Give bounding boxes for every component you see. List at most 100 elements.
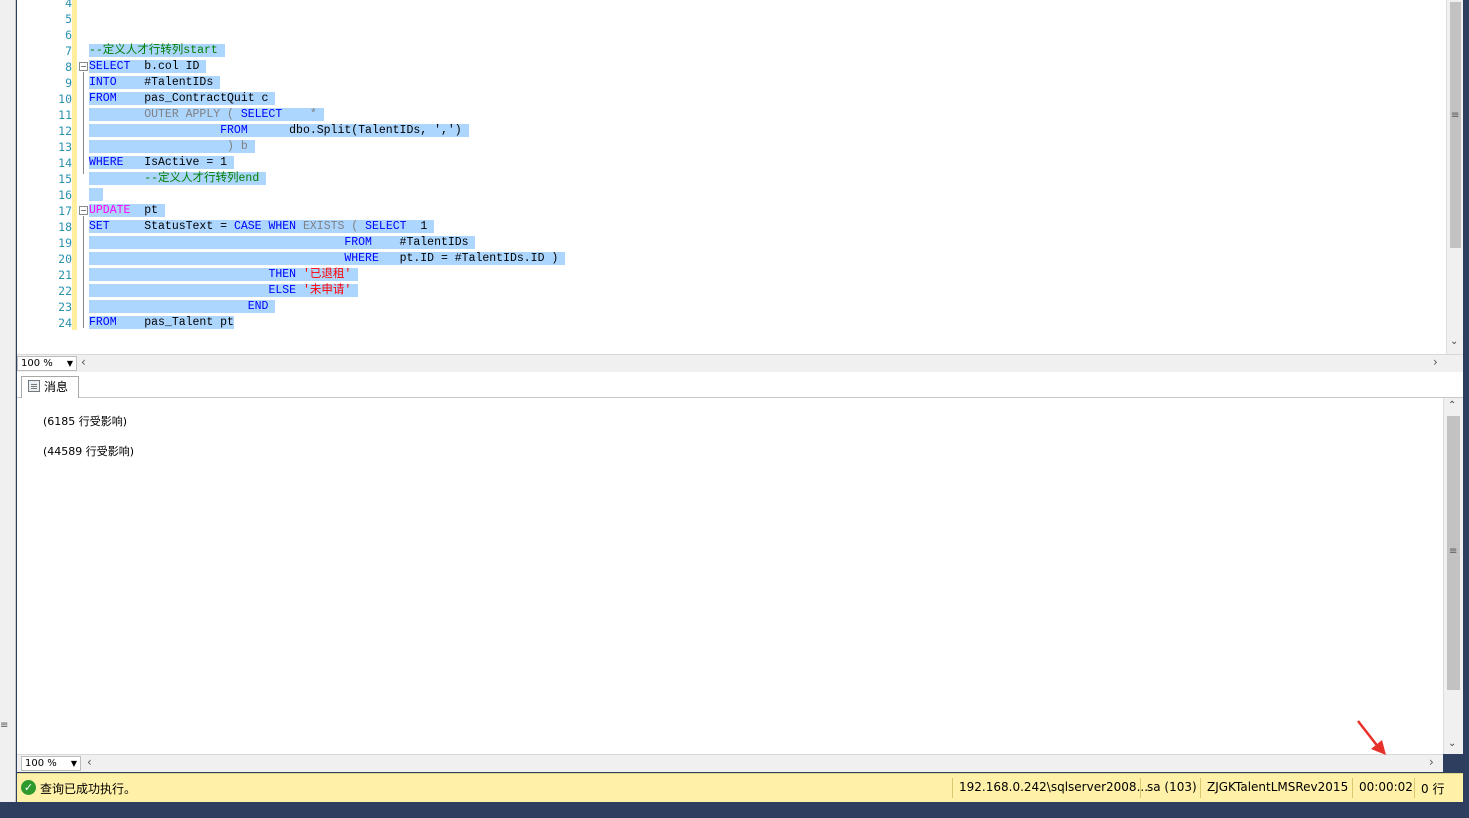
code-text: 1 bbox=[406, 220, 428, 233]
scroll-right-icon[interactable]: › bbox=[1429, 755, 1434, 770]
scroll-right-icon[interactable]: › bbox=[1433, 355, 1438, 370]
code-keyword: UPDATE bbox=[89, 204, 131, 217]
tab-messages[interactable]: 消息 bbox=[21, 376, 79, 398]
status-server: 192.168.0.242\sqlserver2008... bbox=[959, 780, 1149, 794]
dropdown-arrow-icon: ▼ bbox=[66, 359, 73, 368]
arrow-shaft bbox=[1357, 720, 1380, 749]
code-keyword: THEN bbox=[268, 268, 297, 281]
zoom-value: 100 % bbox=[25, 758, 57, 769]
splitter-grip-icon: ≡ bbox=[0, 720, 9, 731]
code-keyword: ELSE bbox=[268, 284, 297, 297]
code-text: ( bbox=[344, 220, 366, 233]
code-keyword: WHERE bbox=[344, 252, 379, 265]
code-text: pas_ContractQuit c bbox=[116, 92, 269, 105]
editor-vertical-scrollbar[interactable]: ≡ ⌄ bbox=[1446, 0, 1463, 354]
line-number: 24 bbox=[58, 316, 72, 330]
status-elapsed: 00:00:02 bbox=[1359, 780, 1413, 794]
ssms-window: ≡ 4 5 6 7 8 9 10 11 12 13 14 15 16 17 18… bbox=[0, 0, 1469, 818]
code-keyword: EXISTS bbox=[302, 220, 345, 233]
line-number: 22 bbox=[58, 284, 72, 298]
status-divider bbox=[952, 778, 953, 798]
line-number: 20 bbox=[58, 252, 72, 266]
taskbar-edge bbox=[0, 802, 1469, 818]
code-text: dbo.Split(TalentIDs, ',') bbox=[247, 124, 462, 137]
zoom-value: 100 % bbox=[21, 358, 53, 369]
status-divider bbox=[1414, 778, 1415, 798]
result-message: (44589 行受影响) bbox=[43, 445, 135, 458]
scroll-left-icon[interactable]: ‹ bbox=[87, 755, 92, 770]
scroll-left-icon[interactable]: ‹ bbox=[81, 355, 86, 370]
code-string: '已退租' bbox=[302, 268, 352, 281]
line-number: 10 bbox=[58, 92, 72, 106]
chevron-down-icon[interactable]: ⌄ bbox=[1450, 336, 1458, 347]
line-number: 8 bbox=[65, 60, 72, 74]
status-divider bbox=[1140, 778, 1141, 798]
line-number: 6 bbox=[65, 28, 72, 42]
messages-pane[interactable]: (6185 行受影响) (44589 行受影响) bbox=[17, 398, 1443, 754]
left-splitter[interactable]: ≡ bbox=[0, 0, 16, 802]
line-number: 11 bbox=[58, 108, 72, 122]
results-tabbar: 消息 bbox=[17, 372, 1463, 398]
code-text: * bbox=[282, 108, 317, 121]
dropdown-arrow-icon: ▼ bbox=[70, 759, 77, 768]
grip-icon: ≡ bbox=[1449, 546, 1458, 557]
code-keyword: OUTER APPLY ( bbox=[89, 108, 241, 121]
code-text: ) b bbox=[89, 140, 248, 153]
code-keyword: FROM bbox=[344, 236, 372, 249]
messages-icon bbox=[28, 380, 40, 392]
collapse-icon[interactable]: − bbox=[79, 206, 88, 215]
line-number: 18 bbox=[58, 220, 72, 234]
line-number-gutter: 4 5 6 7 8 9 10 11 12 13 14 15 16 17 18 1… bbox=[17, 0, 72, 354]
code-keyword: SELECT bbox=[365, 220, 407, 233]
tab-label: 消息 bbox=[44, 380, 69, 394]
code-keyword: FROM bbox=[89, 92, 117, 105]
code-keyword: FROM bbox=[89, 316, 117, 329]
code-keyword: SELECT bbox=[240, 108, 283, 121]
line-number: 21 bbox=[58, 268, 72, 282]
line-number: 12 bbox=[58, 124, 72, 138]
collapse-icon[interactable]: − bbox=[79, 62, 88, 71]
code-comment: --定义人才行转列start bbox=[89, 44, 218, 57]
line-number: 14 bbox=[58, 156, 72, 170]
line-number: 9 bbox=[65, 76, 72, 90]
success-check-icon: ✓ bbox=[21, 780, 36, 795]
status-divider bbox=[1352, 778, 1353, 798]
code-text: StatusText = bbox=[109, 220, 234, 233]
messages-horizontal-bar: 100 % ▼ ‹ › bbox=[17, 754, 1443, 772]
status-message: 查询已成功执行。 bbox=[40, 782, 137, 796]
line-number: 15 bbox=[58, 172, 72, 186]
code-text: pt bbox=[130, 204, 159, 217]
code-keyword: INTO bbox=[89, 76, 117, 89]
line-number: 4 bbox=[65, 0, 72, 10]
grip-icon: ≡ bbox=[1451, 110, 1460, 121]
code-text: #TalentIDs bbox=[371, 236, 469, 249]
code-text: IsActive = 1 bbox=[123, 156, 228, 169]
code-keyword: WHEN bbox=[268, 220, 297, 233]
code-keyword: WHERE bbox=[89, 156, 124, 169]
query-editor[interactable]: 4 5 6 7 8 9 10 11 12 13 14 15 16 17 18 1… bbox=[17, 0, 1463, 354]
code-text: #TalentIDs bbox=[116, 76, 214, 89]
line-number: 5 bbox=[65, 12, 72, 26]
chevron-up-icon[interactable]: ⌃ bbox=[1448, 400, 1456, 411]
code-text: pt.ID = #TalentIDs.ID ) bbox=[378, 252, 559, 265]
result-message: (6185 行受影响) bbox=[43, 415, 128, 428]
outline-line bbox=[83, 72, 84, 174]
line-number: 17 bbox=[58, 204, 72, 218]
code-keyword: END bbox=[247, 300, 269, 313]
line-number: 23 bbox=[58, 300, 72, 314]
code-keyword: FROM bbox=[220, 124, 248, 137]
chevron-down-icon[interactable]: ⌄ bbox=[1448, 738, 1456, 749]
outline-line bbox=[83, 216, 84, 328]
code-string: '未申请' bbox=[302, 284, 352, 297]
messages-zoom-dropdown[interactable]: 100 % ▼ bbox=[21, 756, 81, 771]
line-number: 13 bbox=[58, 140, 72, 154]
code-keyword: SELECT bbox=[89, 60, 131, 73]
line-number: 16 bbox=[58, 188, 72, 202]
status-bar: ✓ 查询已成功执行。 192.168.0.242\sqlserver2008..… bbox=[17, 773, 1463, 802]
scroll-thumb[interactable] bbox=[1450, 2, 1461, 248]
line-number: 7 bbox=[65, 44, 72, 58]
editor-zoom-dropdown[interactable]: 100 % ▼ bbox=[17, 356, 77, 371]
status-user: sa (103) bbox=[1147, 780, 1197, 794]
messages-vertical-scrollbar[interactable]: ⌃ ≡ ⌄ bbox=[1443, 398, 1463, 754]
code-area[interactable]: --定义人才行转列start SELECT b.col ID INTO #Tal… bbox=[89, 0, 1459, 354]
